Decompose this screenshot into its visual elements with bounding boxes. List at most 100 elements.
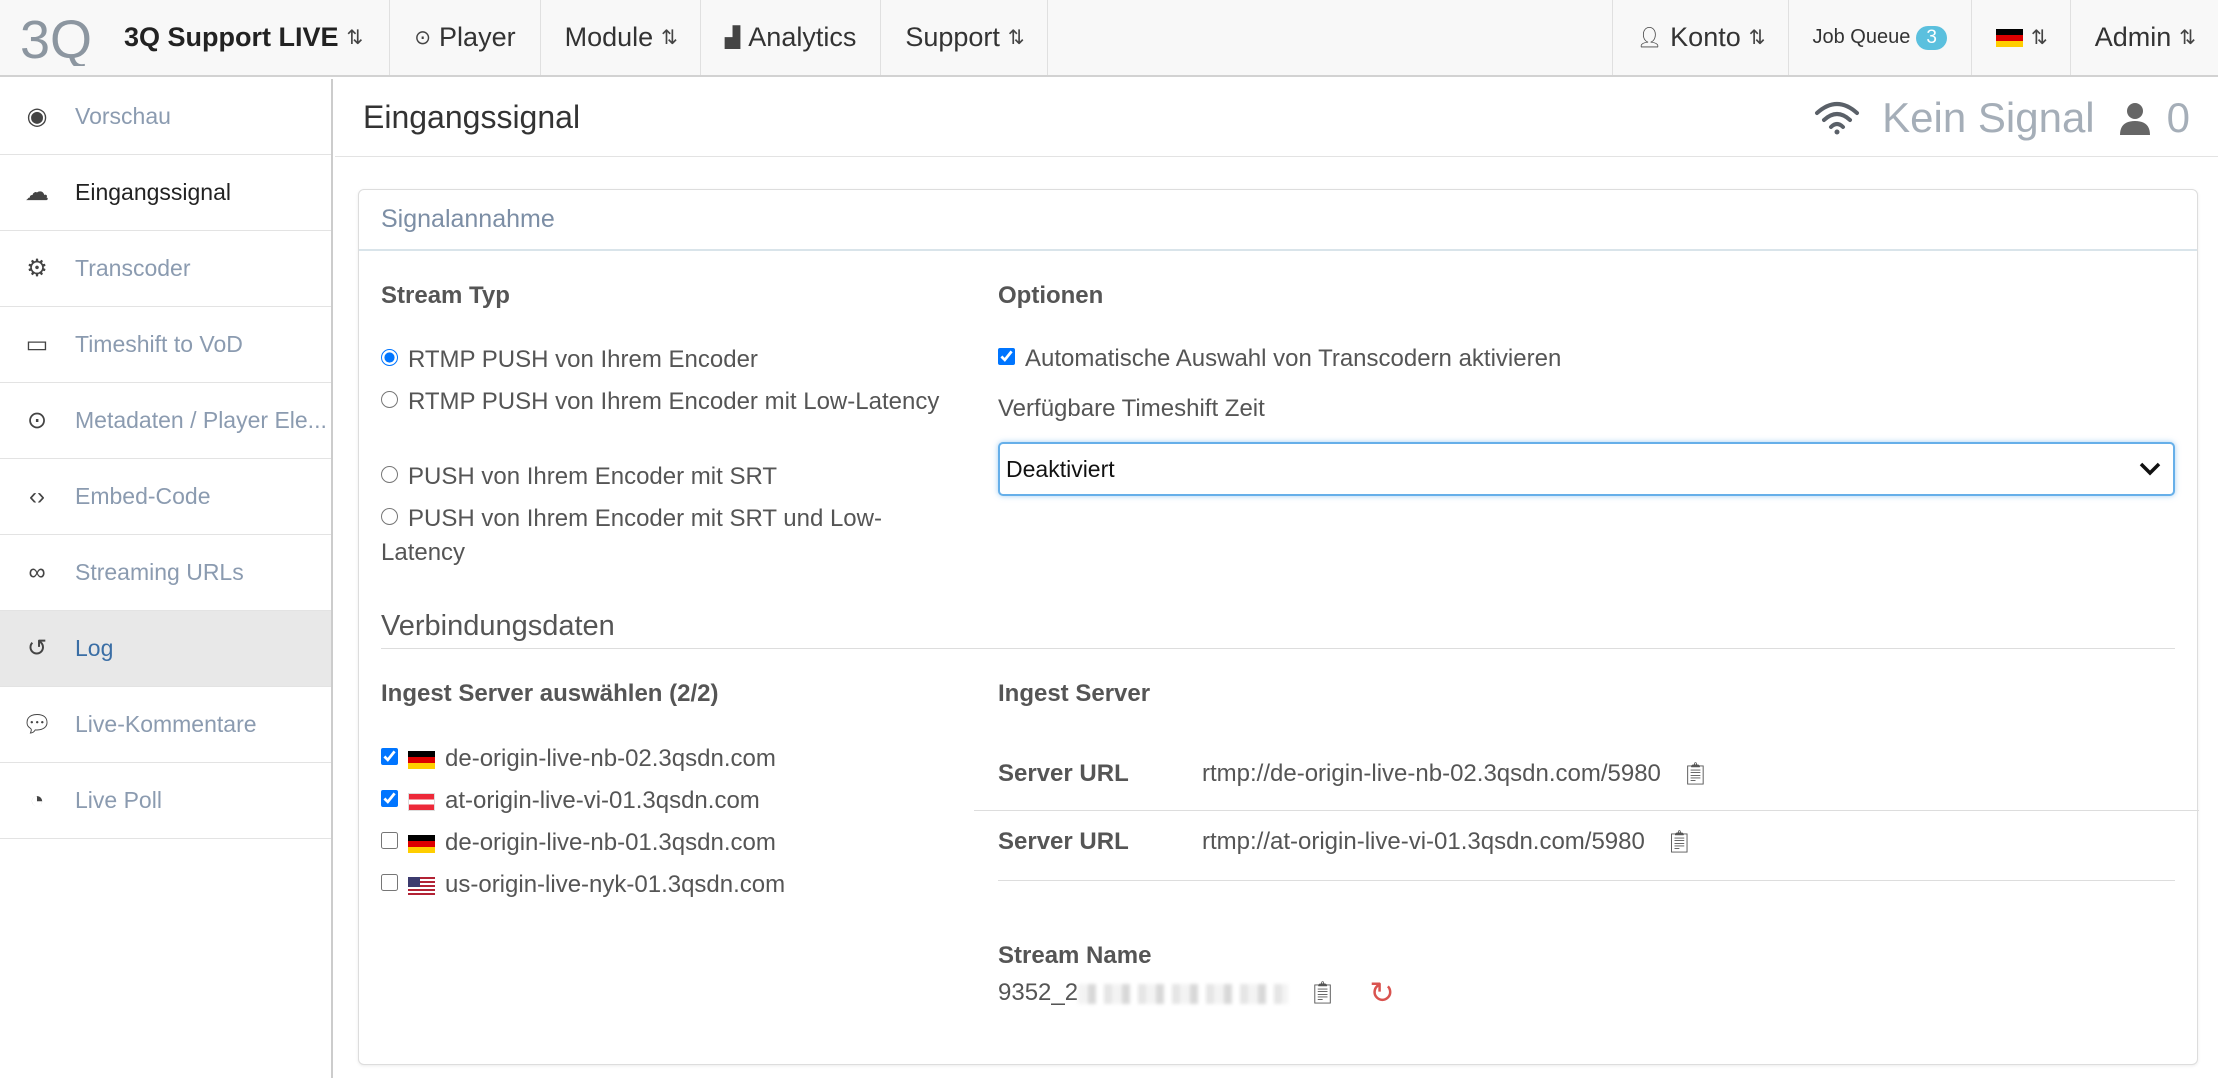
copy-icon[interactable]: 📋︎ — [1309, 980, 1337, 1006]
auto-transcoder-label: Automatische Auswahl von Transcodern akt… — [1025, 345, 1562, 372]
nav-konto[interactable]: 👤︎ Konto ⇅ — [1611, 0, 1788, 75]
top-navbar: 3Q 3Q Support LIVE ⇅ ⊙ Player Module ⇅ ▟… — [0, 0, 2218, 77]
redacted-text — [1078, 983, 1289, 1004]
caret-icon: ⇅ — [1748, 27, 1766, 49]
stream-typ-option-srt-ll[interactable]: PUSH von Ihrem Encoder mit SRT und Low-L… — [381, 502, 941, 570]
radio-rtmp[interactable] — [381, 349, 398, 367]
nav-player-label: Player — [439, 22, 516, 52]
nav-analytics[interactable]: ▟ Analytics — [701, 0, 882, 75]
page-title: Eingangssignal — [363, 99, 581, 135]
svg-text:3Q: 3Q — [20, 10, 92, 66]
bar-chart-icon: ▟ — [724, 27, 741, 49]
nav-support[interactable]: Support ⇅ — [881, 0, 1048, 75]
cogs-icon: ⚙ — [26, 255, 48, 282]
nav-admin-label: Admin — [2094, 22, 2172, 52]
ingest-server-name: de-origin-live-nb-01.3qsdn.com — [445, 829, 776, 856]
pie-chart-icon: ◔ — [29, 786, 45, 814]
nav-player[interactable]: ⊙ Player — [390, 0, 541, 75]
sidebar-item-streaming-urls[interactable]: ∞ Streaming URLs — [0, 535, 331, 611]
job-queue-badge: 3 — [1916, 25, 1947, 50]
nav-admin[interactable]: Admin ⇅ — [2069, 0, 2218, 75]
sidebar-item-log[interactable]: ↺ Log — [0, 611, 331, 687]
caret-icon: ⇅ — [2030, 27, 2048, 49]
job-queue-label: Job Queue — [1812, 26, 1911, 48]
history-icon: ↺ — [26, 635, 48, 662]
nav-language[interactable]: ⇅ — [1970, 0, 2070, 75]
stream-typ-option-rtmp[interactable]: RTMP PUSH von Ihrem Encoder — [381, 343, 941, 377]
sidebar-item-metadaten[interactable]: ⊙ Metadaten / Player Ele... — [0, 383, 331, 459]
sidebar-item-label: Embed-Code — [75, 483, 211, 509]
eye-icon: ◉ — [26, 103, 48, 130]
german-flag-icon — [1995, 28, 2023, 47]
sidebar-item-label: Transcoder — [75, 255, 191, 281]
caret-icon: ⇅ — [661, 27, 678, 49]
ingest-server-option[interactable]: at-origin-live-vi-01.3qsdn.com — [381, 784, 760, 818]
nav-job-queue[interactable]: Job Queue 3 — [1787, 0, 1971, 75]
divider — [998, 880, 2175, 881]
sidebar-item-timeshift[interactable]: ▭ Timeshift to VoD — [0, 307, 331, 383]
refresh-icon[interactable]: ↻ — [1369, 976, 1394, 1011]
auto-transcoder-option[interactable]: Automatische Auswahl von Transcodern akt… — [998, 342, 1561, 376]
sidebar-item-live-poll[interactable]: ◔ Live Poll — [0, 763, 331, 839]
sidebar-item-live-kommentare[interactable]: 💬︎ Live-Kommentare — [0, 687, 331, 763]
brand[interactable]: 3Q 3Q Support LIVE ⇅ — [0, 0, 391, 75]
stream-typ-option-rtmp-ll[interactable]: RTMP PUSH von Ihrem Encoder mit Low-Late… — [381, 385, 941, 419]
infinity-icon: ∞ — [28, 558, 46, 586]
ingest-server-checkbox[interactable] — [381, 790, 398, 808]
austrian-flag-icon — [408, 792, 435, 811]
ingest-server-checkbox[interactable] — [381, 874, 398, 892]
radio-label: RTMP PUSH von Ihrem Encoder — [408, 346, 758, 373]
radio-srt[interactable] — [381, 466, 398, 484]
main-content: Eingangssignal Kein Signal 0 Signalannah… — [335, 79, 2218, 1078]
user-icon: 👤︎ — [1636, 27, 1663, 49]
sidebar-item-vorschau[interactable]: ◉ Vorschau — [0, 79, 331, 155]
radio-rtmp-ll[interactable] — [381, 391, 398, 409]
sidebar-item-label: Live-Kommentare — [75, 711, 257, 737]
sidebar-item-label: Streaming URLs — [75, 559, 244, 585]
radio-srt-ll[interactable] — [381, 508, 398, 526]
sidebar: ◉ Vorschau ☁ Eingangssignal ⚙ Transcoder… — [0, 79, 333, 1078]
brand-logo: 3Q — [20, 10, 92, 66]
copy-icon[interactable]: 📋︎ — [1682, 761, 1710, 787]
ingest-server-option[interactable]: de-origin-live-nb-01.3qsdn.com — [381, 826, 776, 860]
nav-support-label: Support — [905, 22, 1000, 52]
caret-icon: ⇅ — [2179, 27, 2196, 49]
auto-transcoder-checkbox[interactable] — [998, 348, 1015, 366]
ingest-server-option[interactable]: us-origin-live-nyk-01.3qsdn.com — [381, 868, 785, 902]
chevron-down-icon — [2139, 462, 2161, 476]
server-url-row: rtmp://at-origin-live-vi-01.3qsdn.com/59… — [1202, 828, 1693, 856]
caret-icon: ⇅ — [1007, 27, 1025, 49]
timeshift-label: Verfügbare Timeshift Zeit — [998, 395, 1265, 422]
signal-status-text: Kein Signal — [1882, 93, 2095, 141]
ingest-server-name: at-origin-live-vi-01.3qsdn.com — [445, 787, 760, 814]
stream-name-value: 9352_2 — [998, 978, 1079, 1006]
radio-label: PUSH von Ihrem Encoder mit SRT — [408, 463, 778, 490]
comments-icon: 💬︎ — [22, 711, 53, 738]
nav-analytics-label: Analytics — [748, 22, 857, 52]
ingest-server-option[interactable]: de-origin-live-nb-02.3qsdn.com — [381, 742, 776, 776]
optionen-label: Optionen — [998, 282, 1104, 309]
divider — [974, 810, 2199, 811]
stream-name-row: 9352_2 📋︎ ↻ — [998, 976, 1395, 1011]
ingest-server-checkbox[interactable] — [381, 832, 398, 850]
sidebar-item-label: Vorschau — [75, 103, 171, 129]
sidebar-item-embed-code[interactable]: ‹› Embed-Code — [0, 459, 331, 535]
sidebar-item-transcoder[interactable]: ⚙ Transcoder — [0, 231, 331, 307]
nav-module[interactable]: Module ⇅ — [541, 0, 701, 75]
brand-title: 3Q Support LIVE — [124, 22, 339, 52]
radio-label: PUSH von Ihrem Encoder mit SRT und Low-L… — [381, 505, 882, 566]
ingest-server-checkbox[interactable] — [381, 748, 398, 766]
timeshift-select-value: Deaktiviert — [1006, 455, 1115, 482]
sidebar-item-label: Metadaten / Player Ele... — [75, 407, 327, 433]
sidebar-item-eingangssignal[interactable]: ☁ Eingangssignal — [0, 155, 331, 231]
wifi-icon — [1815, 101, 1860, 134]
copy-icon[interactable]: 📋︎ — [1666, 829, 1694, 855]
signalannahme-panel: Signalannahme Stream Typ RTMP PUSH von I… — [358, 189, 2199, 1065]
nav-module-label: Module — [564, 22, 654, 52]
stream-typ-option-srt[interactable]: PUSH von Ihrem Encoder mit SRT — [381, 460, 941, 494]
sidebar-item-label: Log — [75, 635, 114, 661]
timeshift-select[interactable]: Deaktiviert — [998, 442, 2175, 496]
server-url-value: rtmp://at-origin-live-vi-01.3qsdn.com/59… — [1202, 828, 1645, 855]
panel-heading: Signalannahme — [359, 190, 2197, 251]
ingest-server-name: de-origin-live-nb-02.3qsdn.com — [445, 745, 776, 772]
